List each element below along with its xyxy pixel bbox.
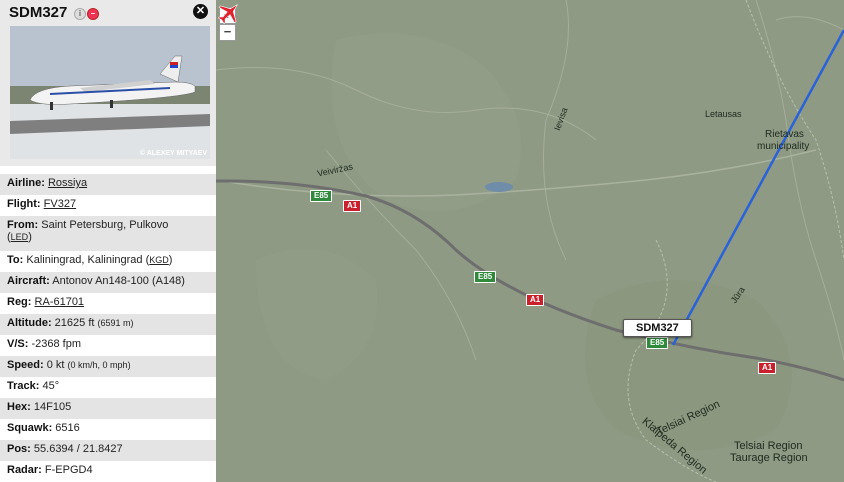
row-vertical-speed: V/S: -2368 fpm — [0, 335, 216, 356]
row-airline: Airline: Rossiya — [0, 174, 216, 195]
altitude-value: 21625 ft — [54, 317, 95, 329]
flight-callsign: SDM327 — [9, 4, 68, 21]
vs-label: V/S: — [7, 338, 29, 350]
road-shield-a1: A1 — [758, 362, 777, 374]
row-hex: Hex: 14F105 — [0, 398, 216, 419]
row-position: Pos: 55.6394 / 21.8427 — [0, 440, 216, 461]
panel-header: SDM327 i – ✕ © ALEXEY MITYAEV — [0, 0, 216, 166]
row-track: Track: 45° — [0, 377, 216, 398]
from-label: From: — [7, 219, 39, 231]
row-reg: Reg: RA-61701 — [0, 293, 216, 314]
road-shield-a1: A1 — [343, 200, 362, 212]
row-flight: Flight: FV327 — [0, 195, 216, 216]
aircraft-label: Aircraft: — [7, 275, 50, 287]
aircraft-photo-image — [10, 26, 210, 159]
map-canvas — [216, 0, 844, 482]
flight-label-tag[interactable]: SDM327 — [623, 319, 692, 337]
road-shield-e85: E85 — [646, 337, 669, 349]
track-value: 45° — [42, 380, 60, 392]
vs-value: -2368 fpm — [31, 338, 81, 350]
map-view[interactable]: + − Letausas Rietavas municipality Veivi… — [216, 0, 844, 482]
place-label-rietavas: Rietavas — [765, 129, 804, 140]
flight-info-panel: SDM327 i – ✕ © ALEXEY MITYAEV Airline: R… — [0, 0, 216, 482]
from-city: Saint Petersburg, Pulkovo — [41, 219, 169, 231]
pos-value: 55.6394 / 21.8427 — [33, 443, 123, 455]
airline-label: Airline: — [7, 177, 45, 189]
road-shield-a1: A1 — [526, 294, 545, 306]
alert-icon[interactable]: – — [87, 8, 99, 20]
flight-number-link[interactable]: FV327 — [44, 198, 76, 210]
road-shield-e85: E85 — [474, 271, 497, 283]
hex-label: Hex: — [7, 401, 31, 413]
region-label-taurage: Taurage Region — [730, 452, 808, 464]
aircraft-type: Antonov An148-100 (A148) — [52, 275, 185, 287]
hex-value: 14F105 — [33, 401, 72, 413]
info-icon[interactable]: i — [74, 8, 86, 20]
row-aircraft: Aircraft: Antonov An148-100 (A148) — [0, 272, 216, 293]
row-speed: Speed: 0 kt (0 km/h, 0 mph) — [0, 356, 216, 377]
region-label-telsiai-2: Telsiai Region — [734, 440, 803, 452]
row-from: From: Saint Petersburg, Pulkovo (LED) — [0, 216, 216, 251]
road-shield-e85: E85 — [310, 190, 333, 202]
place-label-letausas: Letausas — [705, 109, 742, 119]
flight-label: Flight: — [7, 198, 41, 210]
to-code-link[interactable]: KGD — [149, 255, 169, 265]
row-altitude: Altitude: 21625 ft (6591 m) — [0, 314, 216, 335]
from-code-link[interactable]: LED — [11, 232, 29, 242]
speed-alt-units: (0 km/h, 0 mph) — [67, 360, 131, 370]
pos-label: Pos: — [7, 443, 31, 455]
reg-label: Reg: — [7, 296, 32, 308]
track-label: Track: — [7, 380, 40, 392]
close-button[interactable]: ✕ — [193, 4, 208, 19]
speed-label: Speed: — [7, 359, 44, 371]
aircraft-photo[interactable]: © ALEXEY MITYAEV — [10, 26, 210, 159]
aircraft-icon[interactable] — [216, 0, 242, 26]
squawk-label: Squawk: — [7, 422, 53, 434]
radar-value: F-EPGD4 — [44, 464, 93, 476]
photo-credit: © ALEXEY MITYAEV — [139, 150, 207, 157]
squawk-value: 6516 — [55, 422, 80, 434]
airline-link[interactable]: Rossiya — [48, 177, 87, 189]
row-radar: Radar: F-EPGD4 — [0, 461, 216, 482]
place-label-rietavas-municipality: municipality — [757, 141, 810, 152]
to-label: To: — [7, 254, 24, 266]
altitude-label: Altitude: — [7, 317, 52, 329]
zoom-out-button[interactable]: − — [219, 24, 236, 41]
to-city: Kaliningrad, Kaliningrad — [26, 254, 143, 266]
radar-label: Radar: — [7, 464, 42, 476]
reg-link[interactable]: RA-61701 — [35, 296, 85, 308]
speed-value: 0 kt — [46, 359, 65, 371]
altitude-meters: (6591 m) — [97, 318, 134, 328]
row-to: To: Kaliningrad, Kaliningrad (KGD) — [7, 254, 173, 266]
row-squawk: Squawk: 6516 — [0, 419, 216, 440]
